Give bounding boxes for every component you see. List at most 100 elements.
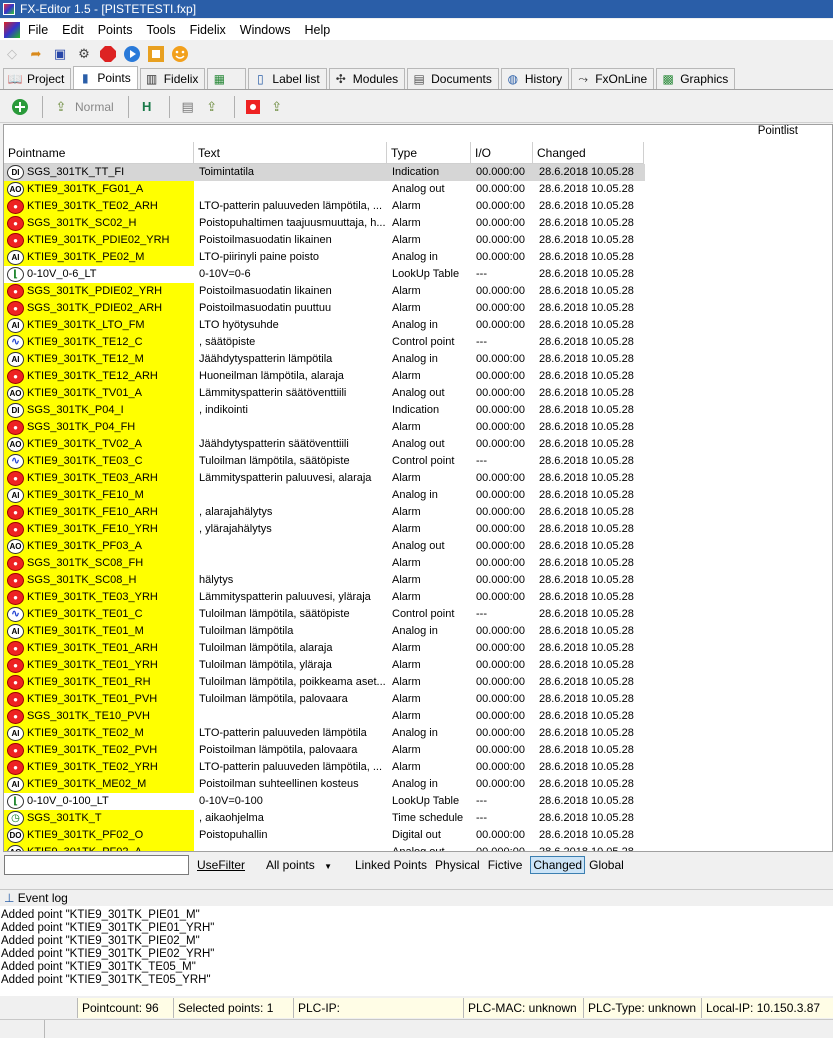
menu-points[interactable]: Points: [98, 23, 133, 37]
tab-graphics[interactable]: ▩ Graphics: [656, 68, 736, 89]
tab-label-list[interactable]: ▯ Label list: [248, 68, 327, 89]
tab-project[interactable]: 📖 Project: [3, 68, 72, 89]
col-pointname[interactable]: Pointname: [4, 142, 194, 163]
table-row[interactable]: ● KTIE9_301TK_TE01_PVH Tuloilman lämpötila…: [4, 691, 832, 708]
menu-file[interactable]: File: [28, 23, 48, 37]
changed-button[interactable]: Changed: [530, 856, 586, 874]
col-io[interactable]: I/O: [471, 142, 533, 163]
table-row[interactable]: AI KTIE9_301TK_TE01_M Tuloilman lämpötila A…: [4, 623, 832, 640]
table-row[interactable]: AO KTIE9_301TK_TV01_A Lämmityspatterin sää…: [4, 385, 832, 402]
point-text: Tuloilman lämpötila: [199, 625, 294, 637]
table-row[interactable]: ∿ KTIE9_301TK_TE01_C Tuloilman lämpötila, …: [4, 606, 832, 623]
settings-icon[interactable]: ⚙: [74, 44, 94, 64]
table-row[interactable]: ● KTIE9_301TK_TE03_ARH Lämmityspatterin pa…: [4, 470, 832, 487]
point-name: KTIE9_301TK_FE10_YRH: [27, 523, 158, 535]
table-row[interactable]: ● KTIE9_301TK_FE10_ARH , alarajahälytys Ala…: [4, 504, 832, 521]
menu-fidelix[interactable]: Fidelix: [190, 23, 226, 37]
table-row[interactable]: DI SGS_301TK_TT_FI Toimintatila Indication 0…: [4, 164, 832, 181]
table-row[interactable]: ∿ KTIE9_301TK_TE12_C , säätöpiste Control p…: [4, 334, 832, 351]
table-row[interactable]: ● KTIE9_301TK_TE02_YRH LTO-patterin paluuv…: [4, 759, 832, 776]
filter-input[interactable]: [4, 855, 189, 875]
point-text: Poistoilman suhteellinen kosteus: [199, 778, 359, 790]
record-icon[interactable]: [146, 44, 166, 64]
table-row[interactable]: ⌊ 0-10V_0-100_LT 0-10V=0-100 LookUp Table --…: [4, 793, 832, 810]
document-icon[interactable]: [4, 21, 20, 38]
table-row[interactable]: ● KTIE9_301TK_TE01_ARH Tuloilman lämpötila…: [4, 640, 832, 657]
table-row[interactable]: ● KTIE9_301TK_TE02_PVH Poistoilman lämpöti…: [4, 742, 832, 759]
tab-network[interactable]: ▦: [207, 68, 247, 89]
upload-icon[interactable]: ⇪: [51, 97, 71, 117]
point-text: Poistopuhaltimen taajuusmuuttaja, h...: [199, 217, 386, 229]
table-row[interactable]: ● KTIE9_301TK_TE01_RH Tuloilman lämpötila,…: [4, 674, 832, 691]
tab-documents[interactable]: ▤ Documents: [407, 68, 499, 89]
normal-button[interactable]: Normal: [75, 100, 114, 114]
table-row[interactable]: ∿ KTIE9_301TK_TE03_C Tuloilman lämpötila, …: [4, 453, 832, 470]
tab-points[interactable]: ▮ Points: [73, 66, 138, 89]
table-row[interactable]: ● SGS_301TK_TE10_PVH Alarm 00.000:00 28.6.20…: [4, 708, 832, 725]
new-icon[interactable]: ◇: [2, 44, 22, 64]
export-icon[interactable]: ⇪: [202, 97, 222, 117]
save-icon[interactable]: ▣: [50, 44, 70, 64]
table-row[interactable]: ● KTIE9_301TK_TE02_ARH LTO-patterin paluuv…: [4, 198, 832, 215]
physical-button[interactable]: Physical: [435, 858, 480, 872]
col-changed[interactable]: Changed: [533, 142, 644, 163]
table-row[interactable]: AI KTIE9_301TK_TE12_M Jäähdytyspatterin lä…: [4, 351, 832, 368]
tab-history[interactable]: ◍ History: [500, 68, 570, 89]
use-filter-button[interactable]: UseFilter: [197, 858, 245, 872]
pin-icon[interactable]: ⊥: [4, 891, 14, 905]
table-row[interactable]: DO KTIE9_301TK_PF02_O Poistopuhallin Digita…: [4, 827, 832, 844]
link-icon[interactable]: H: [137, 97, 157, 117]
lookup-table-icon: ⌊: [7, 794, 24, 809]
table-row[interactable]: ● KTIE9_301TK_TE03_YRH Lämmityspatterin pa…: [4, 589, 832, 606]
table-row[interactable]: ● SGS_301TK_SC02_H Poistopuhaltimen taajuu…: [4, 215, 832, 232]
col-type[interactable]: Type: [387, 142, 471, 163]
col-text[interactable]: Text: [194, 142, 387, 163]
tab-fxonline[interactable]: ⤳ FxOnLine: [571, 68, 655, 89]
alarm-icon[interactable]: [243, 97, 263, 117]
add-point-icon[interactable]: [10, 97, 30, 117]
table-row[interactable]: AI KTIE9_301TK_ME02_M Poistoilman suhteell…: [4, 776, 832, 793]
table-row[interactable]: ⌊ 0-10V_0-6_LT 0-10V=0-6 LookUp Table --- 28.…: [4, 266, 832, 283]
table-row[interactable]: ● KTIE9_301TK_TE01_YRH Tuloilman lämpötila…: [4, 657, 832, 674]
import-icon[interactable]: ⇪: [267, 97, 287, 117]
page-icon[interactable]: ▤: [178, 97, 198, 117]
status-bar: Pointcount: 96 Selected points: 1 PLC-IP…: [0, 998, 833, 1018]
menu-edit[interactable]: Edit: [62, 23, 84, 37]
point-name-cell: AI KTIE9_301TK_FE10_M: [4, 487, 194, 504]
table-row[interactable]: AO KTIE9_301TK_FG01_A Analog out 00.000:00 2…: [4, 181, 832, 198]
table-row[interactable]: ● KTIE9_301TK_TE12_ARH Huoneilman lämpötil…: [4, 368, 832, 385]
table-row[interactable]: ● KTIE9_301TK_PDIE02_YRH Poistoilmasuodati…: [4, 232, 832, 249]
all-points-dropdown[interactable]: All points ▼: [257, 855, 341, 875]
table-row[interactable]: ◷ SGS_301TK_T , aikaohjelma Time schedule --…: [4, 810, 832, 827]
online-icon: ⤳: [578, 71, 588, 86]
tab-modules[interactable]: ✣ Modules: [328, 68, 406, 89]
point-name: KTIE9_301TK_FE10_M: [27, 489, 144, 501]
status-plc-ip: PLC-IP:: [294, 998, 464, 1018]
open-icon[interactable]: ➦: [26, 44, 46, 64]
table-row[interactable]: AI KTIE9_301TK_PE02_M LTO-piirinyli paine …: [4, 249, 832, 266]
table-row[interactable]: AI KTIE9_301TK_TE02_M LTO-patterin paluuve…: [4, 725, 832, 742]
menu-help[interactable]: Help: [304, 23, 330, 37]
table-row[interactable]: ● SGS_301TK_P04_FH Alarm 00.000:00 28.6.2018…: [4, 419, 832, 436]
table-row[interactable]: ● SGS_301TK_SC08_FH Alarm 00.000:00 28.6.201…: [4, 555, 832, 572]
menu-tools[interactable]: Tools: [146, 23, 175, 37]
table-row[interactable]: ● SGS_301TK_SC08_H hälytys Alarm 00.000:00 28…: [4, 572, 832, 589]
tab-fidelix[interactable]: ▥ Fidelix: [139, 68, 206, 89]
table-row[interactable]: ● SGS_301TK_PDIE02_YRH Poistoilmasuodatin …: [4, 283, 832, 300]
table-row[interactable]: AI KTIE9_301TK_FE10_M Analog in 00.000:00 28…: [4, 487, 832, 504]
play-icon[interactable]: [122, 44, 142, 64]
fictive-button[interactable]: Fictive: [488, 858, 523, 872]
linked-points-button[interactable]: Linked Points: [355, 858, 427, 872]
table-row[interactable]: ● SGS_301TK_PDIE02_ARH Poistoilmasuodatin …: [4, 300, 832, 317]
smiley-icon[interactable]: [170, 44, 190, 64]
table-row[interactable]: AI KTIE9_301TK_LTO_FM LTO hyötysuhde Analog…: [4, 317, 832, 334]
table-row[interactable]: AO KTIE9_301TK_TV02_A Jäähdytyspatterin sä…: [4, 436, 832, 453]
global-button[interactable]: Global: [589, 858, 624, 872]
stop-icon[interactable]: [98, 44, 118, 64]
table-row[interactable]: AO KTIE9_301TK_PF03_A Analog out 00.000:00 2…: [4, 538, 832, 555]
table-row[interactable]: DI SGS_301TK_P04_I , indikointi Indication 0…: [4, 402, 832, 419]
table-row[interactable]: ● KTIE9_301TK_FE10_YRH , ylärajahälytys Ala…: [4, 521, 832, 538]
point-type: Alarm: [392, 370, 421, 382]
menu-windows[interactable]: Windows: [240, 23, 291, 37]
table-row[interactable]: AO KTIE9_301TK_PF02_A Analog out 00.000:00 2…: [4, 844, 832, 851]
